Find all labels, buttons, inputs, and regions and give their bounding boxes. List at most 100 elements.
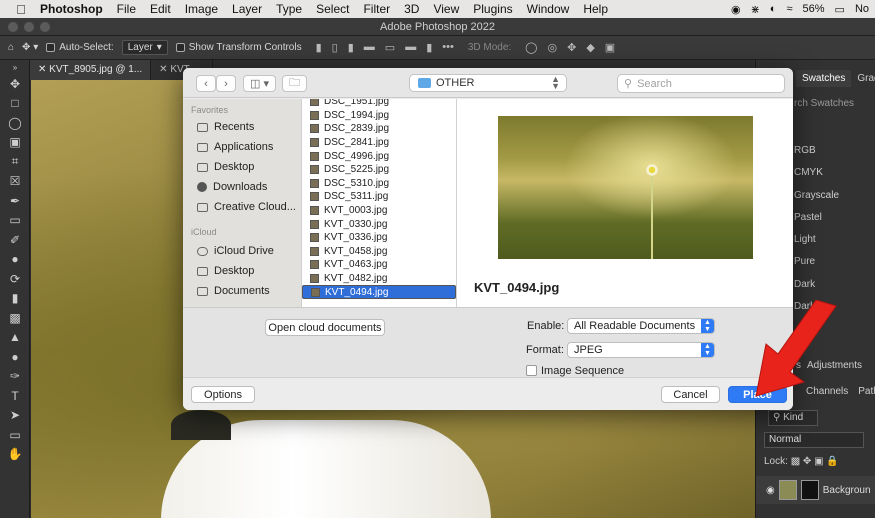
user-name[interactable]: No (855, 3, 869, 15)
show-transform-check[interactable] (175, 43, 185, 52)
new-folder-button[interactable]: 🗀 (282, 75, 307, 92)
lock-artboard-icon[interactable]: ▣ (814, 456, 823, 467)
list-item[interactable]: DSC_1994.jpg (302, 109, 456, 123)
apple-icon[interactable]:  (14, 2, 28, 17)
dodge-tool[interactable]: ● (0, 347, 30, 367)
blend-mode-dropdown[interactable]: Normal (764, 432, 864, 448)
auto-select-dropdown[interactable]: Layer ▾ (121, 40, 168, 55)
blur-tool[interactable]: ▲ (0, 328, 30, 348)
tab-paths[interactable]: Path (858, 386, 875, 397)
list-item-selected[interactable]: KVT_0494.jpg (302, 285, 456, 299)
swatch-group-grayscale[interactable]: Grayscale (794, 185, 839, 207)
list-item[interactable]: DSC_1951.jpg (302, 99, 456, 109)
wifi-icon[interactable]: ≈ (786, 3, 792, 15)
view-mode-button[interactable]: ◫ ▾ (243, 75, 276, 92)
format-dropdown[interactable]: JPEG ▲ ▼ (567, 342, 715, 358)
home-icon[interactable]: ⌂ (8, 42, 14, 53)
brush-tool[interactable]: ✐ (0, 230, 30, 250)
menu-type[interactable]: Type (276, 2, 302, 16)
move-tool[interactable]: ✥ (0, 74, 30, 94)
battery-icon[interactable]: ▭ (835, 3, 845, 16)
align-right-icon[interactable]: ▮ (348, 41, 354, 54)
list-item[interactable]: KVT_0003.jpg (302, 204, 456, 218)
options-button[interactable]: Options (191, 386, 255, 403)
menu-image[interactable]: Image (185, 2, 218, 16)
menu-layer[interactable]: Layer (232, 2, 262, 16)
dnd-icon[interactable]: ◐ (770, 3, 777, 15)
cancel-button[interactable]: Cancel (661, 386, 720, 403)
list-item[interactable]: KVT_0463.jpg (302, 258, 456, 272)
list-item[interactable]: DSC_5225.jpg (302, 163, 456, 177)
auto-select-check[interactable] (46, 43, 56, 52)
minimize-window-button[interactable] (24, 22, 34, 32)
list-item[interactable]: KVT_0458.jpg (302, 245, 456, 259)
creative-cloud-icon[interactable]: ◉ (731, 3, 741, 16)
object-select-tool[interactable]: ▣ (0, 133, 30, 153)
location-dropdown[interactable]: OTHER ▲ ▼ (409, 74, 567, 92)
sidebar-item-creative-cloud[interactable]: Creative Cloud... (183, 197, 301, 217)
clone-stamp-tool[interactable]: ● (0, 250, 30, 270)
open-cloud-documents-button[interactable]: Open cloud documents (265, 319, 385, 336)
more-options-icon[interactable]: ••• (442, 41, 454, 54)
sidebar-item-icloud-drive[interactable]: iCloud Drive (183, 241, 301, 261)
menu-file[interactable]: File (117, 2, 136, 16)
pen-tool[interactable]: ✑ (0, 367, 30, 387)
list-item[interactable]: DSC_5310.jpg (302, 177, 456, 191)
toolbar-collapse-icon[interactable]: » (0, 60, 30, 74)
menu-select[interactable]: Select (316, 2, 349, 16)
list-item[interactable]: DSC_5311.jpg (302, 190, 456, 204)
sidebar-item-downloads[interactable]: Downloads (183, 177, 301, 197)
swatch-group-cmyk[interactable]: CMYK (794, 162, 839, 184)
battery-percent[interactable]: 56% (803, 3, 825, 15)
type-tool[interactable]: T (0, 386, 30, 406)
auto-select-checkbox[interactable]: Auto-Select: (46, 42, 114, 53)
layer-mask-thumbnail[interactable] (800, 480, 819, 500)
list-item[interactable]: DSC_2841.jpg (302, 136, 456, 150)
path-select-tool[interactable]: ➤ (0, 406, 30, 426)
swatch-group-dark[interactable]: Dark (794, 274, 839, 296)
sidebar-item-applications[interactable]: Applications (183, 137, 301, 157)
image-sequence-checkbox[interactable] (526, 365, 537, 376)
menu-help[interactable]: Help (583, 2, 608, 16)
doc-tab-1[interactable]: ✕ KVT_8905.jpg @ 1... (30, 60, 152, 80)
eraser-tool[interactable]: ▮ (0, 289, 30, 309)
close-window-button[interactable] (8, 22, 18, 32)
layer-row-background[interactable]: ◉ Backgroun (756, 476, 875, 504)
3d-slide-icon[interactable]: ◆ (586, 41, 594, 54)
swatch-group-pure[interactable]: Pure (794, 251, 839, 273)
3d-orbit-icon[interactable]: ◯ (525, 41, 537, 54)
crop-tool[interactable]: ⌗ (0, 152, 30, 172)
frame-tool[interactable]: ☒ (0, 172, 30, 192)
hand-tool[interactable]: ✋ (0, 445, 30, 465)
swatch-group-rgb[interactable]: RGB (794, 140, 839, 162)
sidebar-item-icloud-desktop[interactable]: Desktop (183, 261, 301, 281)
layer-name[interactable]: Backgroun (823, 485, 871, 496)
distribute-icon[interactable]: ▮ (426, 41, 432, 54)
bluetooth-icon[interactable]: ⋇ (751, 3, 760, 16)
list-item[interactable]: KVT_0330.jpg (302, 217, 456, 231)
tab-swatches[interactable]: Swatches (796, 70, 852, 87)
menu-app-name[interactable]: Photoshop (40, 2, 103, 16)
eyedropper-tool[interactable]: ✒ (0, 191, 30, 211)
shape-tool[interactable]: ▭ (0, 425, 30, 445)
sidebar-item-documents[interactable]: Documents (183, 281, 301, 301)
enable-dropdown[interactable]: All Readable Documents ▲ ▼ (567, 318, 715, 334)
menu-filter[interactable]: Filter (363, 2, 390, 16)
history-brush-tool[interactable]: ⟳ (0, 269, 30, 289)
menu-edit[interactable]: Edit (150, 2, 171, 16)
swatch-group-light[interactable]: Light (794, 229, 839, 251)
sidebar-item-desktop[interactable]: Desktop (183, 157, 301, 177)
align-top-icon[interactable]: ▬ (364, 41, 375, 54)
menu-3d[interactable]: 3D (404, 2, 419, 16)
show-transform-checkbox[interactable]: Show Transform Controls (175, 42, 302, 53)
list-item[interactable]: KVT_0336.jpg (302, 231, 456, 245)
gradient-tool[interactable]: ▩ (0, 308, 30, 328)
tab-gradients[interactable]: Gradi (851, 70, 875, 87)
list-item[interactable]: KVT_0482.jpg (302, 272, 456, 286)
lock-all-icon[interactable]: 🔒 (826, 456, 838, 467)
layer-kind-filter[interactable]: ⚲ Kind (768, 410, 818, 426)
swatches-search[interactable]: rch Swatches (794, 98, 854, 109)
align-middle-icon[interactable]: ▭ (385, 41, 395, 54)
visibility-eye-icon[interactable]: ◉ (766, 485, 775, 496)
lock-position-icon[interactable]: ✥ (803, 456, 811, 467)
